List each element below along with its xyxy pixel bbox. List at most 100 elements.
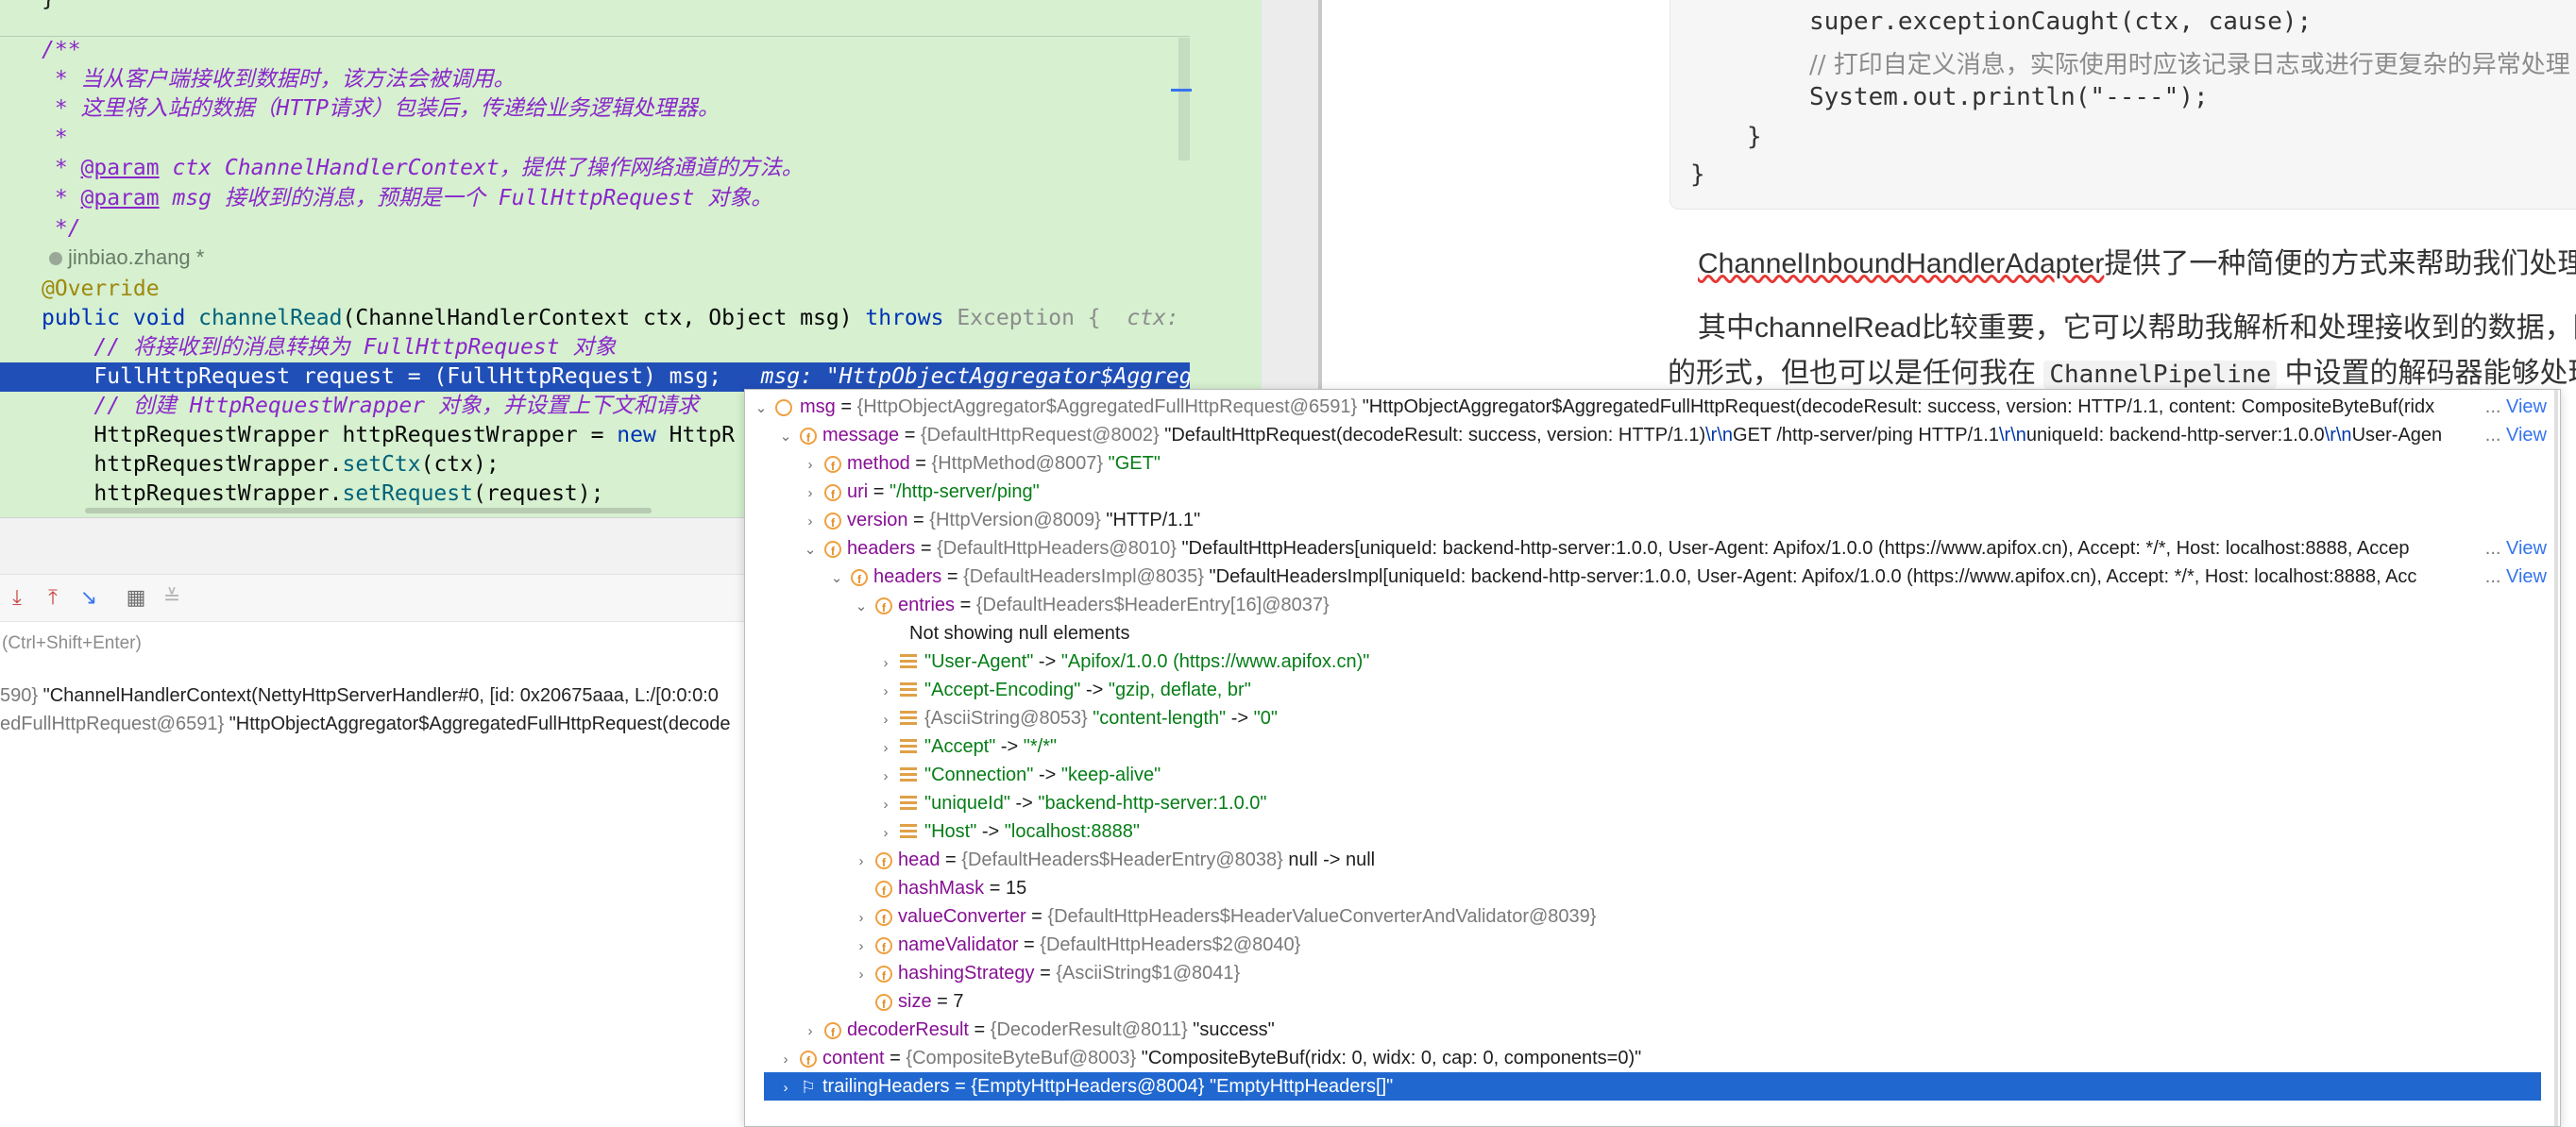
doc-paragraph: 的形式，但也可以是任何我在 ChannelPipeline 中设置的解码器能够处… <box>1668 358 2576 389</box>
editor-horizontal-scrollbar[interactable] <box>85 508 652 513</box>
chevron-down-icon[interactable]: ⌄ <box>853 593 870 621</box>
tree-row-method[interactable]: › f method = {HttpMethod@8007} "GET" <box>745 449 2547 478</box>
chevron-right-icon[interactable]: › <box>802 508 819 536</box>
tree-row-version[interactable]: › f version = {HttpVersion@8009} "HTTP/1.1… <box>745 506 2547 534</box>
code-line: * @param ctx ChannelHandlerContext，提供了操作… <box>42 156 804 180</box>
editor-separator <box>0 0 1190 37</box>
chevron-right-icon[interactable]: › <box>877 706 894 734</box>
document-pane: super.exceptionCaught(ctx, cause); // 打印… <box>1322 0 2576 389</box>
tree-row-entry[interactable]: › {AsciiString@8053} "content-length" -> … <box>745 704 2547 732</box>
tree-row-hashingstrategy[interactable]: › f hashingStrategy = {AsciiString$1@8041} <box>745 959 2547 987</box>
step-into-icon[interactable]: ⤓ <box>4 584 30 611</box>
code-line: * 当从客户端接收到数据时，该方法会被调用。 <box>42 67 516 92</box>
run-to-cursor-icon[interactable]: ↘ <box>76 584 102 611</box>
tree-row-info: Not showing null elements <box>909 623 1130 644</box>
variable-row[interactable]: edFullHttpRequest@6591} "HttpObjectAggre… <box>0 714 730 735</box>
chevron-right-icon[interactable]: › <box>853 848 870 876</box>
window-divider <box>1262 0 1322 389</box>
execution-point-line[interactable]: FullHttpRequest request = (FullHttpReque… <box>0 362 1233 392</box>
tree-row-trailingheaders[interactable]: › ⚐ trailingHeaders = {EmptyHttpHeaders@80… <box>764 1072 2541 1101</box>
code-line: public void channelRead(ChannelHandlerCo… <box>42 306 1179 330</box>
chevron-right-icon[interactable]: › <box>853 904 870 933</box>
tree-row-message[interactable]: ⌄ f message = {DefaultHttpRequest@8002} "D… <box>745 421 2547 449</box>
tree-row-headers-impl[interactable]: ⌄ f headers = {DefaultHeadersImpl@8035} "D… <box>745 563 2547 591</box>
chevron-down-icon[interactable]: ⌄ <box>828 564 845 593</box>
tree-row-content[interactable]: › f content = {CompositeByteBuf@8003} "Com… <box>745 1044 2547 1072</box>
tree-row-uri[interactable]: › f uri = "/http-server/ping" <box>745 478 2547 506</box>
tree-row-entry[interactable]: › "Connection" -> "keep-alive" <box>745 761 2547 789</box>
editor-scrollbar[interactable] <box>1178 38 1190 160</box>
field-icon: f <box>824 512 841 530</box>
tree-row-decoderresult[interactable]: › f decoderResult = {DecoderResult@8011} "… <box>745 1016 2547 1044</box>
tree-row-msg[interactable]: ⌄ msg = {HttpObjectAggregator$AggregatedF… <box>745 393 2547 421</box>
tree-row-size[interactable]: f size = 7 <box>745 987 2547 1016</box>
popup-scrollbar[interactable] <box>2554 390 2558 1126</box>
tree-row-namevalidator[interactable]: › f nameValidator = {DefaultHttpHeaders$2@… <box>745 931 2547 959</box>
chevron-right-icon[interactable]: › <box>777 1046 794 1074</box>
chevron-right-icon[interactable]: › <box>777 1074 794 1102</box>
evaluate-icon[interactable]: ▦ <box>123 584 149 611</box>
entry-icon <box>900 738 917 756</box>
field-icon: f <box>824 1021 841 1039</box>
chevron-down-icon[interactable]: ⌄ <box>753 395 770 423</box>
chevron-right-icon[interactable]: › <box>853 933 870 961</box>
tree-row-head[interactable]: › f head = {DefaultHeaders$HeaderEntry@803… <box>745 846 2547 874</box>
chevron-right-icon[interactable]: › <box>877 819 894 848</box>
chevron-right-icon[interactable]: › <box>853 961 870 989</box>
chevron-down-icon[interactable]: ⌄ <box>802 536 819 564</box>
code-line: @Override <box>42 277 160 301</box>
tree-row-entry[interactable]: › "User-Agent" -> "Apifox/1.0.0 (https://… <box>745 648 2547 676</box>
debug-tabs-bar <box>0 517 746 575</box>
chevron-right-icon[interactable]: › <box>877 678 894 706</box>
chevron-right-icon[interactable]: › <box>802 479 819 508</box>
tree-row-entry[interactable]: › "uniqueId" -> "backend-http-server:1.0.… <box>745 789 2547 817</box>
tree-row-entry[interactable]: › "Accept" -> "*/*" <box>745 732 2547 761</box>
tree-row-entry[interactable]: › "Accept-Encoding" -> "gzip, deflate, br… <box>745 676 2547 704</box>
field-icon: f <box>875 908 892 926</box>
chevron-right-icon[interactable]: › <box>877 734 894 763</box>
editor-change-marker <box>1171 89 1192 92</box>
tree-row-headers[interactable]: ⌄ f headers = {DefaultHttpHeaders@8010} "D… <box>745 534 2547 563</box>
view-link[interactable]: ... View <box>2481 421 2547 449</box>
field-icon: f <box>851 568 868 586</box>
flag-icon: ⚐ <box>800 1077 817 1097</box>
field-icon: f <box>800 427 817 445</box>
doc-code-line: super.exceptionCaught(ctx, cause); <box>1809 8 2313 36</box>
view-link[interactable]: ... View <box>2481 393 2547 421</box>
code-line: */ <box>42 216 81 241</box>
tree-row-entries[interactable]: ⌄ f entries = {DefaultHeaders$HeaderEntry[… <box>745 591 2547 619</box>
parameter-icon <box>775 398 792 416</box>
view-link[interactable]: ... View <box>2481 563 2547 591</box>
field-icon: f <box>824 455 841 473</box>
user-icon <box>49 252 62 266</box>
chevron-right-icon[interactable]: › <box>802 1018 819 1046</box>
chevron-right-icon[interactable]: › <box>877 649 894 678</box>
code-line: * 这里将入站的数据（HTTP请求）包装后，传递给业务逻辑处理器。 <box>42 96 720 121</box>
variable-row[interactable]: 590} "ChannelHandlerContext(NettyHttpSer… <box>0 685 719 707</box>
trace-icon[interactable]: ≚ <box>159 584 185 611</box>
code-author[interactable]: jinbiao.zhang * <box>49 245 204 270</box>
field-icon: f <box>875 880 892 898</box>
field-icon: f <box>800 1050 817 1068</box>
view-link[interactable]: ... View <box>2481 534 2547 563</box>
variable-inspector-popup[interactable]: ⌄ msg = {HttpObjectAggregator$AggregatedF… <box>744 389 2561 1127</box>
entry-icon <box>900 795 917 813</box>
debug-toolbar: ⤓ ⤒ ↘ ▦ ≚ <box>0 574 746 622</box>
code-line: // 将接收到的消息转换为 FullHttpRequest 对象 <box>42 335 617 360</box>
tree-row-entry[interactable]: › "Host" -> "localhost:8888" <box>745 817 2547 846</box>
doc-code-line: System.out.println("----"); <box>1809 83 2209 111</box>
tree-row-valueconverter[interactable]: › f valueConverter = {DefaultHttpHeaders$H… <box>745 902 2547 931</box>
chevron-right-icon[interactable]: › <box>802 451 819 479</box>
step-out-icon[interactable]: ⤒ <box>40 584 66 611</box>
chevron-right-icon[interactable]: › <box>877 763 894 791</box>
doc-paragraph: ChannelInboundHandlerAdapter提供了一种简便的方式来帮… <box>1698 248 2576 279</box>
chevron-down-icon[interactable]: ⌄ <box>777 423 794 451</box>
field-icon: f <box>875 936 892 954</box>
doc-paragraph: 其中channelRead比较重要，它可以帮助我解析和处理接收到的数据，因为 <box>1698 312 2576 344</box>
entry-icon <box>900 681 917 699</box>
tree-row-hashmask[interactable]: f hashMask = 15 <box>745 874 2547 902</box>
chevron-right-icon[interactable]: › <box>877 791 894 819</box>
evaluate-expression-field[interactable]: (Ctrl+Shift+Enter) <box>0 621 746 670</box>
field-icon: f <box>824 540 841 558</box>
field-icon: f <box>875 851 892 869</box>
